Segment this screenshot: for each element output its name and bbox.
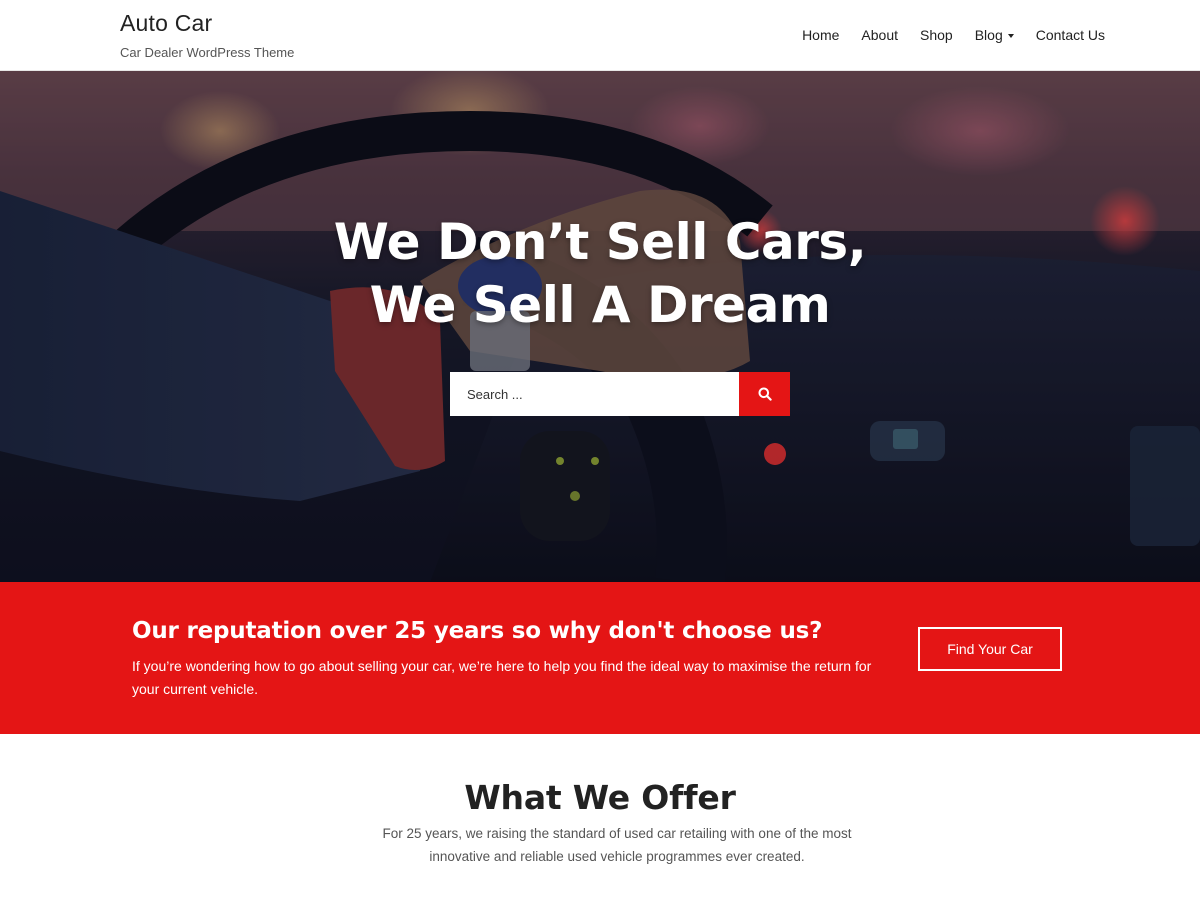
main-nav: Home About Shop Blog Contact Us <box>802 0 1105 70</box>
nav-item-blog[interactable]: Blog <box>975 27 1014 43</box>
hero-title: We Don’t Sell Cars, We Sell A Dream <box>0 211 1200 337</box>
cta-section: Our reputation over 25 years so why don'… <box>0 582 1200 734</box>
nav-item-label: Blog <box>974 27 1003 43</box>
site-header: Auto Car Car Dealer WordPress Theme Home… <box>0 0 1200 71</box>
hero-title-line-1: We Don’t Sell Cars, <box>333 213 867 271</box>
cta-heading: Our reputation over 25 years so why don'… <box>132 618 823 644</box>
search-button[interactable] <box>739 372 790 416</box>
nav-item-label: Home <box>802 27 840 43</box>
site-title[interactable]: Auto Car <box>120 10 212 37</box>
nav-item-about[interactable]: About <box>861 27 898 43</box>
nav-item-label: About <box>861 27 899 43</box>
hero-section: We Don’t Sell Cars, We Sell A Dream <box>0 71 1200 582</box>
cta-text: If you’re wondering how to go about sell… <box>132 658 872 697</box>
hero-title-line-2: We Sell A Dream <box>369 276 831 334</box>
search-input[interactable] <box>450 372 739 416</box>
nav-item-home[interactable]: Home <box>802 27 839 43</box>
offer-section: What We Offer For 25 years, we raising t… <box>0 734 1200 900</box>
caret-down-icon <box>1007 33 1014 38</box>
site-tagline: Car Dealer WordPress Theme <box>120 45 295 60</box>
nav-item-label: Contact Us <box>1035 27 1105 43</box>
search-icon <box>758 387 772 401</box>
nav-item-label: Shop <box>920 27 953 43</box>
offer-title: What We Offer <box>464 778 736 817</box>
hero-search-form <box>450 372 790 416</box>
nav-item-shop[interactable]: Shop <box>920 27 953 43</box>
find-your-car-button[interactable]: Find Your Car <box>918 627 1062 671</box>
nav-item-contact-us[interactable]: Contact Us <box>1036 27 1105 43</box>
offer-text: For 25 years, we raising the standard of… <box>382 826 852 864</box>
